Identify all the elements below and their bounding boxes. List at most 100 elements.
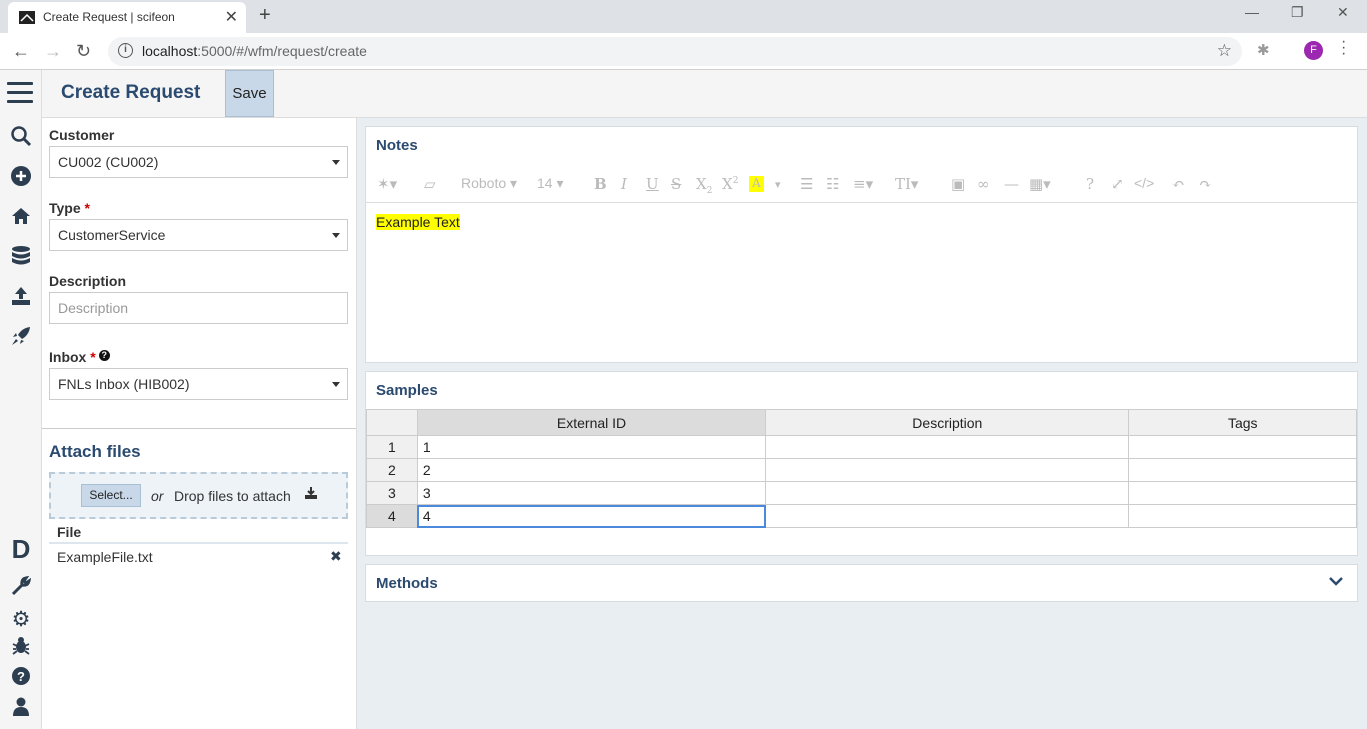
row-number[interactable]: 2 xyxy=(366,458,418,482)
page-title: Create Request xyxy=(61,82,201,103)
editor-toolbar: ✶▾ ▱ Roboto ▾ 14 ▾ B I U S X2 X2 A ▾ ☰ ☷… xyxy=(366,165,1357,203)
or-text: or xyxy=(151,488,164,504)
description-cell[interactable] xyxy=(765,435,1130,459)
tags-cell[interactable] xyxy=(1128,504,1357,528)
gear-icon[interactable]: ⚙ xyxy=(8,607,34,633)
table-icon[interactable]: ▦▾ xyxy=(1029,175,1051,193)
tags-cell[interactable] xyxy=(1128,435,1357,459)
back-icon[interactable]: ← xyxy=(12,41,30,62)
reload-icon[interactable]: ↻ xyxy=(76,41,91,62)
browser-menu-icon[interactable]: · · · xyxy=(1341,34,1346,62)
row-number[interactable]: 1 xyxy=(366,435,418,459)
scifeon-favicon-icon xyxy=(19,11,35,24)
help-icon[interactable]: ? xyxy=(98,350,110,361)
underline-icon[interactable]: U xyxy=(646,175,659,193)
highlight-color-icon[interactable]: A xyxy=(749,176,764,192)
rocket-icon[interactable] xyxy=(8,325,34,351)
help-icon[interactable]: ? xyxy=(8,666,34,692)
bug-icon[interactable] xyxy=(8,636,34,662)
customer-select[interactable]: CU002 (CU002) xyxy=(49,146,348,178)
attach-files-title: Attach files xyxy=(49,442,141,461)
type-select[interactable]: CustomerService xyxy=(49,219,348,251)
column-header-description[interactable]: Description xyxy=(765,409,1130,436)
eraser-icon[interactable]: ▱ xyxy=(424,175,436,193)
bookmark-star-icon[interactable]: ☆ xyxy=(1217,41,1232,61)
tags-cell[interactable] xyxy=(1128,458,1357,482)
address-bar[interactable]: i localhost:5000/#/wfm/request/create ☆ xyxy=(108,37,1242,66)
code-view-icon[interactable]: </> xyxy=(1134,175,1154,191)
description-cell[interactable] xyxy=(765,481,1130,505)
external-id-cell[interactable]: 3 xyxy=(416,481,767,505)
file-dropzone[interactable]: Select... or Drop files to attach xyxy=(49,472,348,519)
link-icon[interactable]: ∞ xyxy=(977,175,990,193)
chevron-down-icon[interactable] xyxy=(1329,573,1343,589)
italic-icon[interactable]: I xyxy=(621,175,627,193)
external-id-cell-active[interactable]: 4 xyxy=(416,504,767,528)
row-number[interactable]: 3 xyxy=(366,481,418,505)
extension-icon[interactable]: ✱ xyxy=(1257,41,1270,59)
table-row: 1 1 xyxy=(366,435,1357,459)
info-icon[interactable]: i xyxy=(118,43,133,58)
samples-title: Samples xyxy=(376,382,438,399)
hamburger-menu-icon[interactable] xyxy=(7,82,33,103)
customer-label: Customer xyxy=(49,127,115,143)
undo-icon[interactable]: ↶ xyxy=(1172,175,1185,193)
bold-icon[interactable]: B xyxy=(594,175,607,193)
notes-card: Notes ✶▾ ▱ Roboto ▾ 14 ▾ B I U S X2 X2 A… xyxy=(365,126,1358,363)
column-header-tags[interactable]: Tags xyxy=(1128,409,1357,436)
superscript-icon[interactable]: X2 xyxy=(722,175,738,193)
d-logo-icon[interactable]: D xyxy=(8,536,34,562)
left-nav: D ⚙ ? xyxy=(0,70,42,729)
external-id-cell[interactable]: 2 xyxy=(416,458,767,482)
inbox-select[interactable]: FNLs Inbox (HIB002) xyxy=(49,368,348,400)
window-close-icon[interactable]: ✕ xyxy=(1337,4,1349,21)
description-label: Description xyxy=(49,273,127,289)
subscript-icon[interactable]: X2 xyxy=(696,175,712,196)
column-header-external-id[interactable]: External ID xyxy=(416,409,767,436)
chevron-down-icon[interactable]: ▾ xyxy=(775,178,781,191)
description-cell[interactable] xyxy=(765,458,1130,482)
new-tab-icon[interactable]: + xyxy=(259,4,271,27)
bullet-list-icon[interactable]: ☰ xyxy=(800,175,813,193)
divider xyxy=(42,428,356,429)
database-icon[interactable] xyxy=(8,245,34,271)
add-circle-icon[interactable] xyxy=(8,165,34,191)
fullscreen-icon[interactable]: ⤢ xyxy=(1111,175,1124,193)
tab-close-icon[interactable]: ✕ xyxy=(225,7,238,27)
app-root: D ⚙ ? Create Request Save Customer CU002… xyxy=(0,70,1367,729)
description-input[interactable]: Description xyxy=(49,292,348,324)
font-size-select[interactable]: 14 ▾ xyxy=(537,175,564,192)
font-family-select[interactable]: Roboto ▾ xyxy=(461,175,517,192)
forward-icon[interactable]: → xyxy=(44,41,62,62)
strikethrough-icon[interactable]: S xyxy=(671,175,681,193)
profile-avatar[interactable]: F xyxy=(1304,41,1323,60)
save-button[interactable]: Save xyxy=(225,70,274,117)
tags-cell[interactable] xyxy=(1128,481,1357,505)
customer-value: CU002 (CU002) xyxy=(58,154,159,170)
delete-file-icon[interactable]: ✖ xyxy=(330,548,342,565)
notes-editor[interactable]: Example Text xyxy=(376,214,460,230)
methods-card[interactable]: Methods xyxy=(365,564,1358,602)
help-icon[interactable]: ? xyxy=(1086,175,1094,193)
description-cell[interactable] xyxy=(765,504,1130,528)
external-id-cell[interactable]: 1 xyxy=(416,435,767,459)
inbox-label: Inbox *? xyxy=(49,349,110,365)
text-style-icon[interactable]: TI▾ xyxy=(895,175,918,193)
maximize-icon[interactable]: ❐ xyxy=(1291,4,1304,21)
magic-wand-icon[interactable]: ✶▾ xyxy=(377,175,397,193)
redo-icon[interactable]: ↷ xyxy=(1199,175,1212,193)
search-icon[interactable] xyxy=(8,125,34,151)
align-icon[interactable]: ≡▾ xyxy=(853,175,873,193)
horizontal-rule-icon[interactable]: — xyxy=(1004,175,1019,193)
upload-icon[interactable] xyxy=(8,285,34,311)
select-files-button[interactable]: Select... xyxy=(81,484,141,507)
image-icon[interactable]: ▣ xyxy=(951,175,965,193)
home-icon[interactable] xyxy=(8,205,34,231)
numbered-list-icon[interactable]: ☷ xyxy=(826,175,839,193)
tab-title: Create Request | scifeon xyxy=(43,10,175,24)
minimize-icon[interactable]: — xyxy=(1245,4,1259,20)
browser-tab[interactable]: Create Request | scifeon ✕ xyxy=(8,2,246,33)
user-icon[interactable] xyxy=(8,696,34,722)
row-number[interactable]: 4 xyxy=(366,504,418,528)
wrench-icon[interactable] xyxy=(8,575,34,602)
